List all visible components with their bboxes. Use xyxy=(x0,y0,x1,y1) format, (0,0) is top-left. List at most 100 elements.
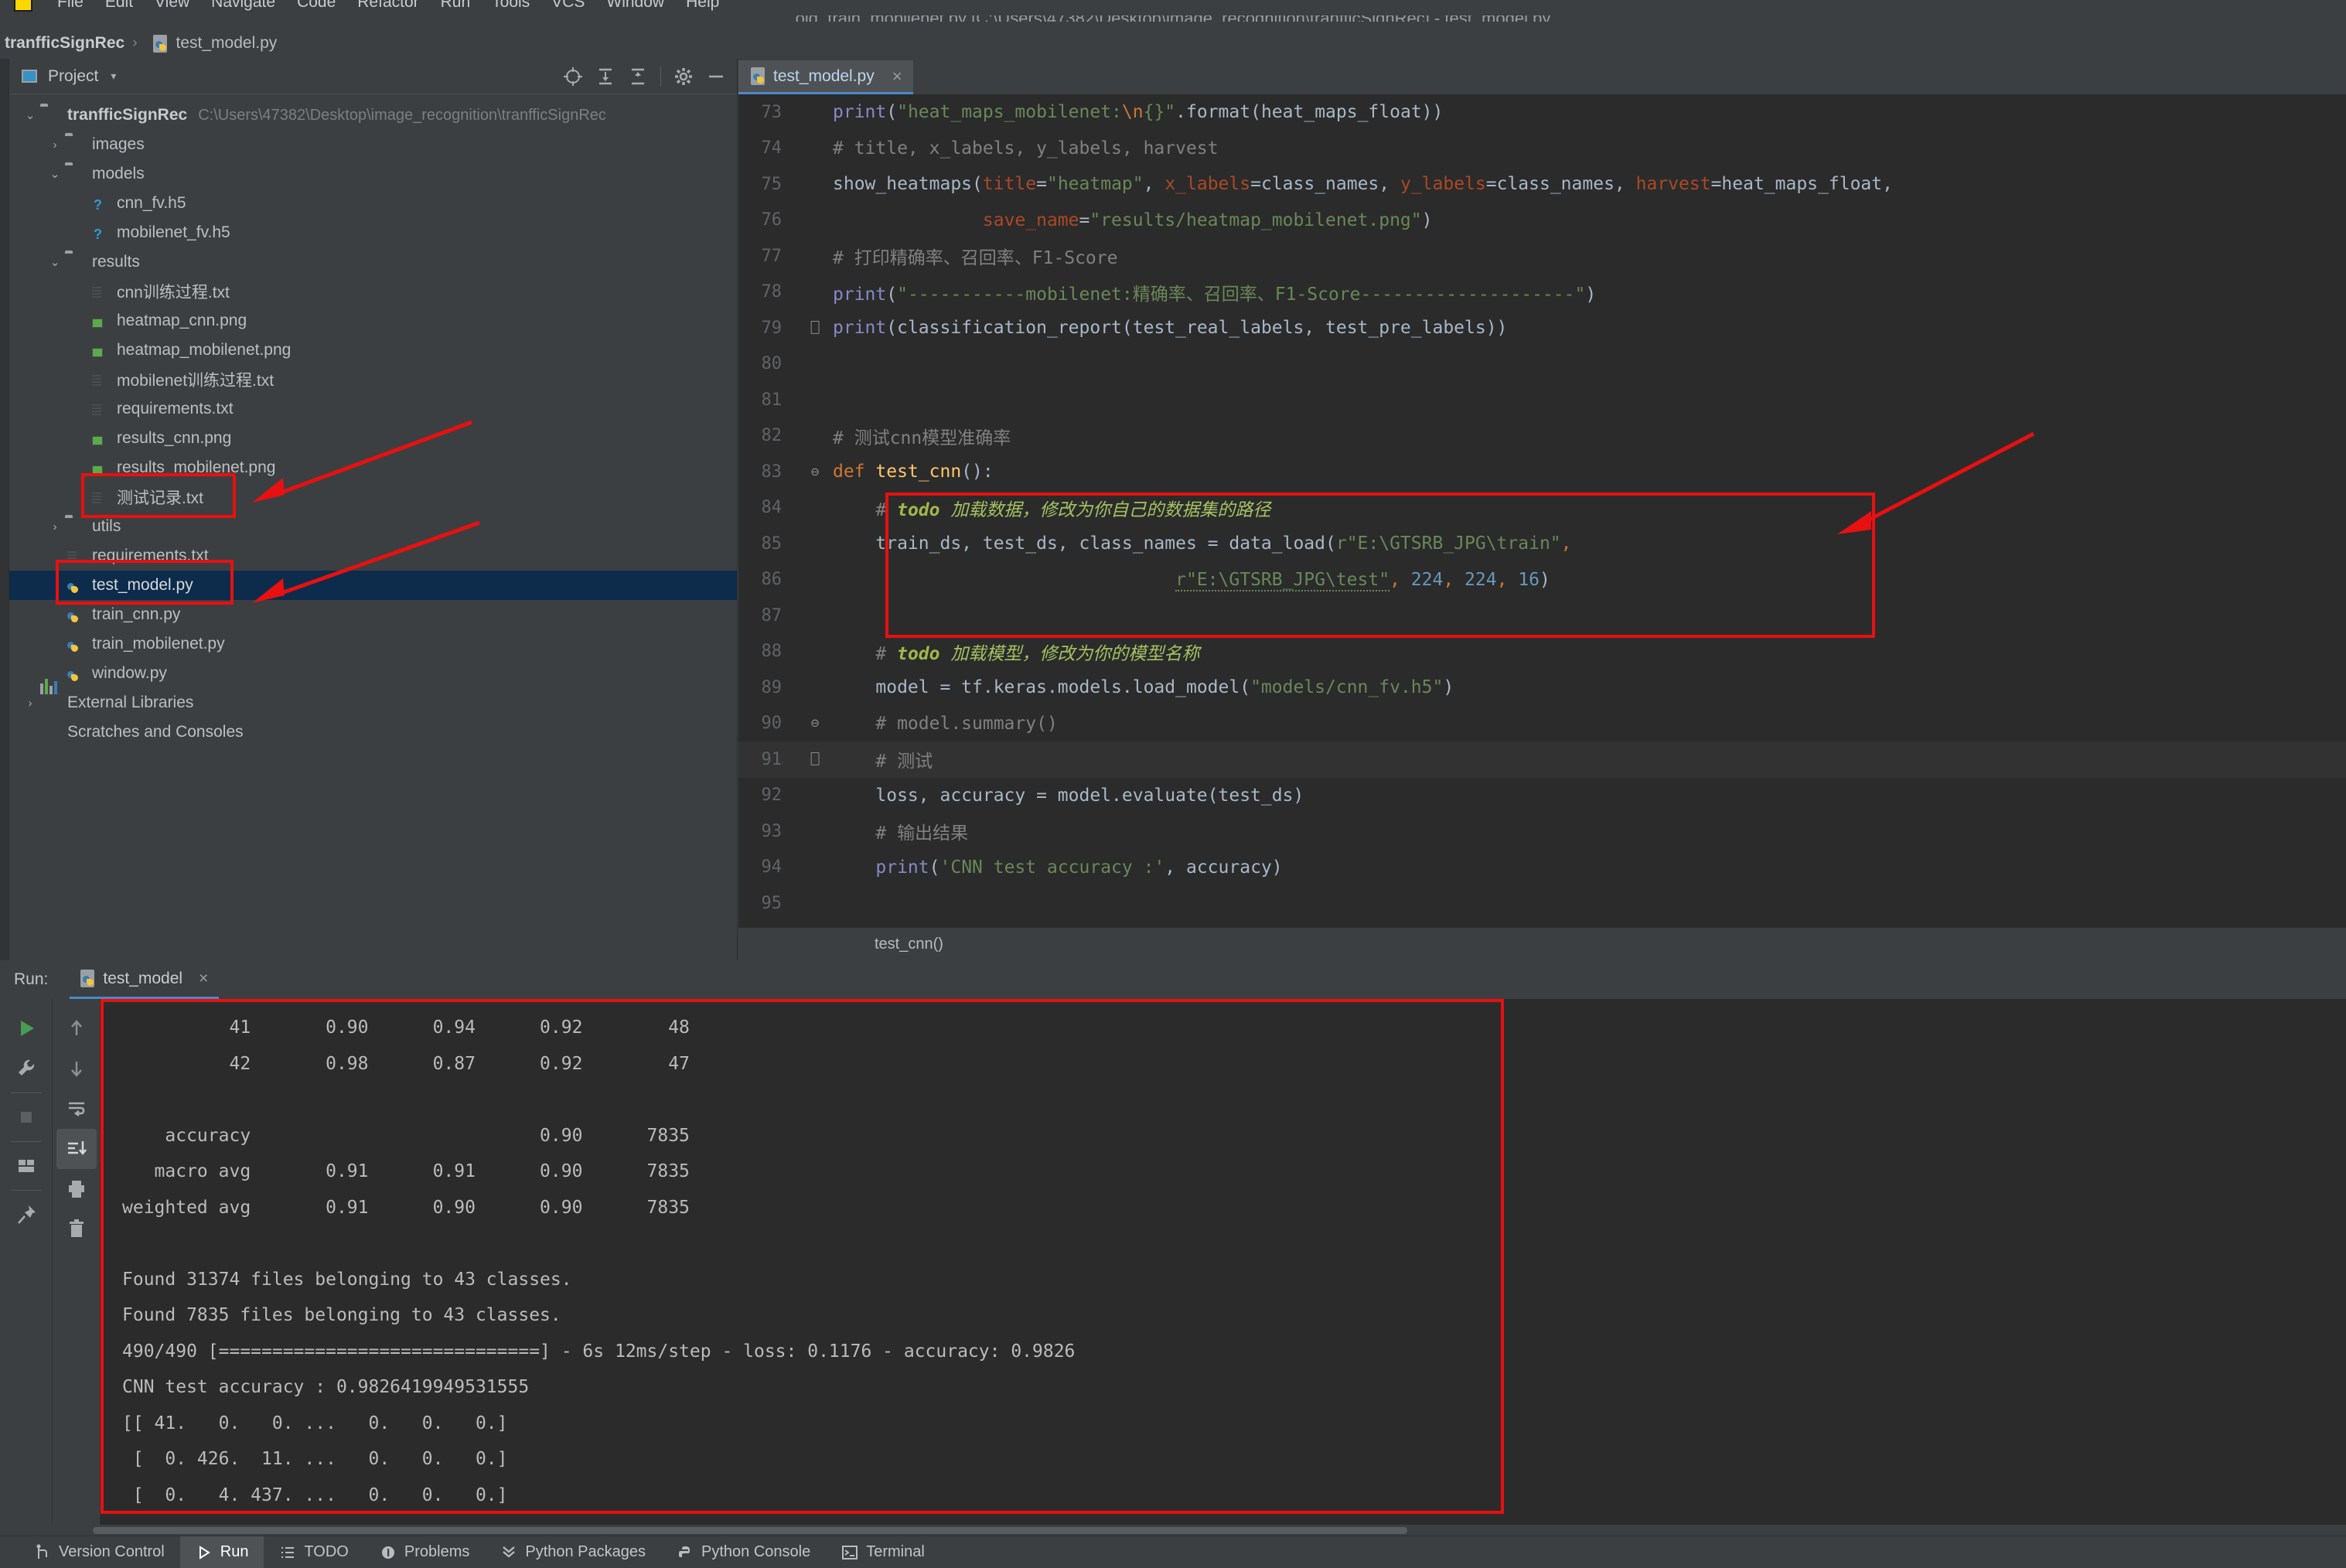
console-horizontal-scrollbar[interactable] xyxy=(0,1525,2346,1536)
code-line[interactable]: 89 model = tf.keras.models.load_model("m… xyxy=(738,670,2346,706)
soft-wrap-icon[interactable] xyxy=(56,1089,97,1129)
tree-twisty-icon[interactable]: › xyxy=(20,697,40,710)
tree-item-cnn_fvh5[interactable]: cnn_fv.h5 xyxy=(9,189,737,218)
tree-item-requirementstxt[interactable]: requirements.txt xyxy=(9,541,737,571)
statusbar-item-problems[interactable]: Problems xyxy=(364,1536,485,1568)
editor-tab-test-model[interactable]: test_model.py × xyxy=(738,60,913,94)
code-line[interactable]: 77# 打印精确率、召回率、F1-Score xyxy=(738,238,2346,274)
tree-item-models[interactable]: ⌄models xyxy=(9,159,737,189)
menu-item-run[interactable]: Run xyxy=(430,0,482,12)
tree-twisty-icon[interactable]: ⌄ xyxy=(45,167,65,181)
gear-icon[interactable] xyxy=(669,62,698,91)
menu-item-vcs[interactable]: VCS xyxy=(540,0,595,12)
tree-item-windowpy[interactable]: window.py xyxy=(9,659,737,688)
code-fold-icon[interactable]: ⎕ xyxy=(797,752,833,768)
up-arrow-icon[interactable] xyxy=(56,1008,97,1048)
statusbar-item-python-packages[interactable]: Python Packages xyxy=(485,1536,661,1568)
code-line[interactable]: 95 xyxy=(738,885,2346,922)
tree-item-images[interactable]: ›images xyxy=(9,130,737,159)
down-arrow-icon[interactable] xyxy=(56,1048,97,1089)
hide-panel-icon[interactable] xyxy=(701,62,731,91)
rerun-icon[interactable] xyxy=(6,1008,46,1048)
settings-wrench-icon[interactable] xyxy=(6,1048,46,1089)
statusbar-item-todo[interactable]: TODO xyxy=(264,1536,363,1568)
breadcrumb-project[interactable]: tranfficSignRec xyxy=(5,34,124,53)
menu-item-edit[interactable]: Edit xyxy=(94,0,144,12)
tree-item-cnntxt[interactable]: cnn训练过程.txt xyxy=(9,277,737,306)
code-line[interactable]: 74# title, x_labels, y_labels, harvest xyxy=(738,131,2346,167)
menu-item-view[interactable]: View xyxy=(144,0,200,12)
tree-item-train_cnnpy[interactable]: train_cnn.py xyxy=(9,600,737,629)
tree-item-test_modelpy[interactable]: test_model.py xyxy=(9,571,737,600)
code-line[interactable]: 93 # 输出结果 xyxy=(738,813,2346,850)
stop-icon[interactable] xyxy=(6,1097,46,1137)
layout-icon[interactable] xyxy=(6,1146,46,1186)
menu-item-tools[interactable]: Tools xyxy=(481,0,540,12)
menu-item-refactor[interactable]: Refactor xyxy=(346,0,429,12)
tree-twisty-icon[interactable]: › xyxy=(45,138,65,152)
code-line[interactable]: 94 print('CNN test accuracy :', accuracy… xyxy=(738,850,2346,886)
tree-item-mobilenettxt[interactable]: mobilenet训练过程.txt xyxy=(9,365,737,394)
tree-item-results_cnnpng[interactable]: results_cnn.png xyxy=(9,424,737,453)
tree-item-heatmap_cnnpng[interactable]: heatmap_cnn.png xyxy=(9,306,737,336)
tree-twisty-icon[interactable]: ⌄ xyxy=(45,255,65,269)
code-line[interactable]: 90⊖ # model.summary() xyxy=(738,706,2346,742)
statusbar-item-version-control[interactable]: Version Control xyxy=(19,1536,180,1568)
project-tree[interactable]: ⌄tranfficSignRecC:\Users\47382\Desktop\i… xyxy=(9,94,737,747)
menu-item-navigate[interactable]: Navigate xyxy=(200,0,286,12)
menu-item-code[interactable]: Code xyxy=(286,0,346,12)
tree-item-scratchesandconsoles[interactable]: Scratches and Consoles xyxy=(9,718,737,747)
statusbar-item-run[interactable]: Run xyxy=(180,1536,264,1568)
code-line[interactable]: 81 xyxy=(738,382,2346,418)
statusbar-item-terminal[interactable]: Terminal xyxy=(826,1536,940,1568)
code-line[interactable]: 87 xyxy=(738,598,2346,634)
tree-twisty-icon[interactable]: ⌄ xyxy=(20,108,40,122)
code-line[interactable]: 83⊖def test_cnn(): xyxy=(738,454,2346,490)
tree-item-train_mobilenetpy[interactable]: train_mobilenet.py xyxy=(9,629,737,659)
menu-item-help[interactable]: Help xyxy=(675,0,730,12)
code-line[interactable]: 82# 测试cnn模型准确率 xyxy=(738,418,2346,455)
menu-item-file[interactable]: File xyxy=(46,0,94,12)
run-console-output[interactable]: 41 0.90 0.94 0.92 48 42 0.98 0.87 0.92 4… xyxy=(101,999,2346,1536)
code-line[interactable]: 85 train_ds, test_ds, class_names = data… xyxy=(738,526,2346,562)
code-editor[interactable]: 73print("heat_maps_mobilenet:\n{}".forma… xyxy=(738,94,2346,928)
statusbar-item-python-console[interactable]: Python Console xyxy=(661,1536,826,1568)
code-line[interactable]: 91⎕ # 测试 xyxy=(738,741,2346,778)
code-line[interactable]: 73print("heat_maps_mobilenet:\n{}".forma… xyxy=(738,94,2346,131)
tree-item-tranfficsignrec[interactable]: ⌄tranfficSignRecC:\Users\47382\Desktop\i… xyxy=(9,101,737,130)
tree-item-txt[interactable]: 测试记录.txt xyxy=(9,482,737,512)
run-tab-test-model[interactable]: test_model × xyxy=(70,960,219,999)
tree-item-heatmap_mobilenetpng[interactable]: heatmap_mobilenet.png xyxy=(9,336,737,365)
code-line[interactable]: 79⎕print(classification_report(test_real… xyxy=(738,310,2346,346)
code-line[interactable]: 75show_heatmaps(title="heatmap", x_label… xyxy=(738,166,2346,203)
print-icon[interactable] xyxy=(56,1169,97,1209)
tree-item-requirementstxt[interactable]: requirements.txt xyxy=(9,394,737,424)
breadcrumb-file[interactable]: test_model.py xyxy=(176,34,278,53)
tree-item-externallibraries[interactable]: ›External Libraries xyxy=(9,688,737,718)
close-icon[interactable]: × xyxy=(199,970,208,988)
tree-twisty-icon[interactable]: › xyxy=(45,520,65,533)
code-line[interactable]: 88 # todo 加载模型，修改为你的模型名称 xyxy=(738,634,2346,670)
code-line[interactable]: 92 loss, accuracy = model.evaluate(test_… xyxy=(738,778,2346,814)
code-fold-icon[interactable]: ⎕ xyxy=(797,320,833,336)
close-icon[interactable]: × xyxy=(892,66,902,87)
locate-icon[interactable] xyxy=(558,62,588,91)
pin-icon[interactable] xyxy=(6,1195,46,1235)
chevron-down-icon[interactable]: ▾ xyxy=(111,70,116,83)
code-line[interactable]: 80 xyxy=(738,346,2346,383)
tree-item-utils[interactable]: ›utils xyxy=(9,512,737,541)
expand-all-icon[interactable] xyxy=(591,62,620,91)
menu-item-window[interactable]: Window xyxy=(595,0,675,12)
scrollbar-thumb[interactable] xyxy=(93,1527,1407,1534)
collapse-all-icon[interactable] xyxy=(623,62,653,91)
code-fold-icon[interactable]: ⊖ xyxy=(797,715,833,731)
code-fold-icon[interactable]: ⊖ xyxy=(797,464,833,480)
code-line[interactable]: 78print("-----------mobilenet:精确率、召回率、F1… xyxy=(738,274,2346,311)
code-line[interactable]: 76 save_name="results/heatmap_mobilenet.… xyxy=(738,203,2346,239)
tree-item-results_mobilenetpng[interactable]: results_mobilenet.png xyxy=(9,453,737,482)
code-line[interactable]: 84 # todo 加载数据，修改为你自己的数据集的路径 xyxy=(738,490,2346,527)
code-line[interactable]: 86 r"E:\GTSRB_JPG\test", 224, 224, 16) xyxy=(738,562,2346,598)
tree-item-results[interactable]: ⌄results xyxy=(9,247,737,277)
trash-icon[interactable] xyxy=(56,1209,97,1249)
tree-item-mobilenet_fvh5[interactable]: mobilenet_fv.h5 xyxy=(9,218,737,247)
